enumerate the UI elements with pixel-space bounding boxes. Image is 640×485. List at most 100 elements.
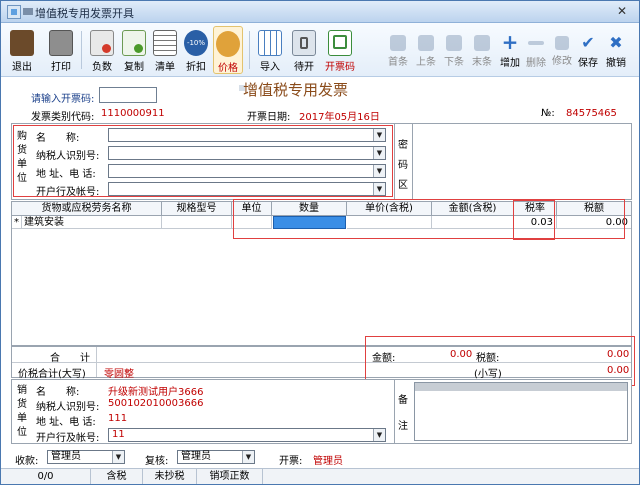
exit-button[interactable]: 退出 [7,26,37,74]
import-button[interactable]: 导入 [255,26,285,74]
buyer-name-combo[interactable]: ▼ [108,128,386,142]
price-icon [216,31,240,57]
reviewer-combo[interactable]: 管理员 ▼ [177,450,255,464]
col-tax-rate[interactable]: 税率 [514,202,557,216]
col-goods-name[interactable]: 货物或应税劳务名称 [12,202,162,216]
close-button[interactable]: ✕ [613,3,631,19]
chevron-down-icon[interactable]: ▼ [373,129,385,141]
remark-label: 备注 [398,395,408,432]
app-icon [7,5,21,19]
chevron-down-icon[interactable]: ▼ [373,147,385,159]
negative-invoice-button[interactable]: 负数 [87,26,117,74]
buyer-address-label: 地 址、电 话: [36,169,96,180]
window-title: 增值税专用发票开具 [35,7,134,20]
buyer-taxid-combo[interactable]: ▼ [108,146,386,160]
save-button[interactable]: ✔ 保存 [575,26,601,74]
code-prompt-label: 请输入开票码: [31,94,95,105]
goods-grid: 货物或应税劳务名称 规格型号 单位 数量 单价(含税) 金额(含税) 税率 税额… [11,201,632,346]
seller-name-label: 名 称: [36,387,80,398]
undo-x-icon: ✖ [609,33,623,52]
buyer-side-label: 购货单位 [17,131,27,184]
category-code-label: 发票类别代码: [31,112,95,123]
seller-section: 销货单位 名 称: 升级新测试用户3666 纳税人识别号: 5001020100… [11,379,632,444]
discount-button[interactable]: -10% 折扣 [181,26,211,74]
status-tax-mode: 含税 [91,469,143,484]
col-quantity[interactable]: 数量 [272,202,347,216]
total-amount-value: 0.00 [450,349,473,360]
printer-icon [49,30,73,56]
invoice-code-icon [328,30,352,56]
buyer-address-combo[interactable]: ▼ [108,164,386,178]
buyer-section: 购货单位 名 称: 纳税人识别号: 地 址、电 话: 开户行及帐号: ▼ ▼ ▼… [11,123,632,200]
chevron-down-icon[interactable]: ▼ [373,183,385,195]
invoice-code-input[interactable] [99,87,157,103]
seller-bank-label: 开户行及帐号: [36,433,100,444]
cell-goods-name[interactable]: 建筑安装 [22,216,162,229]
divider [96,347,97,377]
previous-record-button[interactable]: 上条 [413,26,439,74]
cell-tax-amount[interactable]: 0.00 [557,216,631,229]
issuer-value: 管理员 [313,456,343,467]
discount-icon: -10% [184,30,208,56]
col-unit-price[interactable]: 单价(含税) [347,202,432,216]
reviewer-value: 管理员 [181,451,211,462]
status-invoice-type: 销项正数 [197,469,263,484]
invoice-title: 增值税专用发票 [243,81,349,99]
col-unit[interactable]: 单位 [232,202,272,216]
col-amount[interactable]: 金额(含税) [432,202,514,216]
remark-scrollbar[interactable] [415,383,627,391]
copy-button[interactable]: 复制 [119,26,149,74]
buyer-bank-combo[interactable]: ▼ [108,182,386,196]
remark-input[interactable] [414,382,628,441]
divider [394,380,395,443]
divider [12,362,631,363]
list-button[interactable]: 清单 [151,26,179,74]
chevron-down-icon[interactable]: ▼ [112,451,124,463]
in-words-label: 价税合计(大写) [18,369,86,380]
copy-icon [122,30,146,56]
total-tax-label: 税额: [476,353,500,364]
pending-button[interactable]: 待开 [289,26,319,74]
col-tax-amount[interactable]: 税额 [557,202,631,216]
seller-address-label: 地 址、电 话: [36,417,96,428]
toolbar: 退出 打印 负数 复制 清单 -10% 折扣 价格 导入 待开 开票码 首条 上… [1,23,639,77]
cell-tax-rate[interactable]: 0.03 [514,216,557,229]
in-words-value: 零圆整 [104,369,134,380]
seller-bank-value: 11 [112,429,125,440]
total-amount-label: 金额: [372,353,396,364]
import-icon [258,30,282,56]
signoff-row: 收款: 管理员 ▼ 复核: 管理员 ▼ 开票: 管理员 [1,447,639,467]
row-marker: * [12,216,22,229]
edit-button[interactable]: 修改 [549,26,575,74]
toolbar-separator [249,31,250,69]
chevron-down-icon[interactable]: ▼ [373,429,385,441]
col-spec[interactable]: 规格型号 [162,202,232,216]
print-button[interactable]: 打印 [45,26,77,74]
chevron-down-icon[interactable]: ▼ [242,451,254,463]
cell-quantity[interactable] [273,216,346,229]
invoice-header: 请输入开票码: 增值税专用发票 发票类别代码: 1110000911 开票日期:… [1,77,639,123]
undo-button[interactable]: ✖ 撤销 [603,26,629,74]
next-record-button[interactable]: 下条 [441,26,467,74]
cell-spec[interactable] [162,216,232,229]
delete-row-button[interactable]: 删除 [523,26,549,74]
chevron-down-icon[interactable]: ▼ [373,165,385,177]
add-row-icon: + [501,30,519,54]
buyer-bank-label: 开户行及帐号: [36,187,100,198]
cell-unit[interactable] [232,216,272,229]
list-icon [153,30,177,56]
cell-amount[interactable] [432,216,514,229]
number-label: №: [541,108,555,119]
price-button[interactable]: 价格 [213,26,243,74]
add-row-button[interactable]: + 增加 [497,26,523,74]
grid-header: 货物或应税劳务名称 规格型号 单位 数量 单价(含税) 金额(含税) 税率 税额 [12,202,631,216]
previous-record-icon [418,35,434,51]
invoice-code-button[interactable]: 开票码 [321,26,359,74]
status-record-count: 0/0 [1,469,91,484]
small-amount-label: (小写) [474,369,502,380]
payee-combo[interactable]: 管理员 ▼ [47,450,125,464]
cell-unit-price[interactable] [347,216,432,229]
first-record-button[interactable]: 首条 [385,26,411,74]
seller-bank-combo[interactable]: 11 ▼ [108,428,386,442]
last-record-button[interactable]: 末条 [469,26,495,74]
